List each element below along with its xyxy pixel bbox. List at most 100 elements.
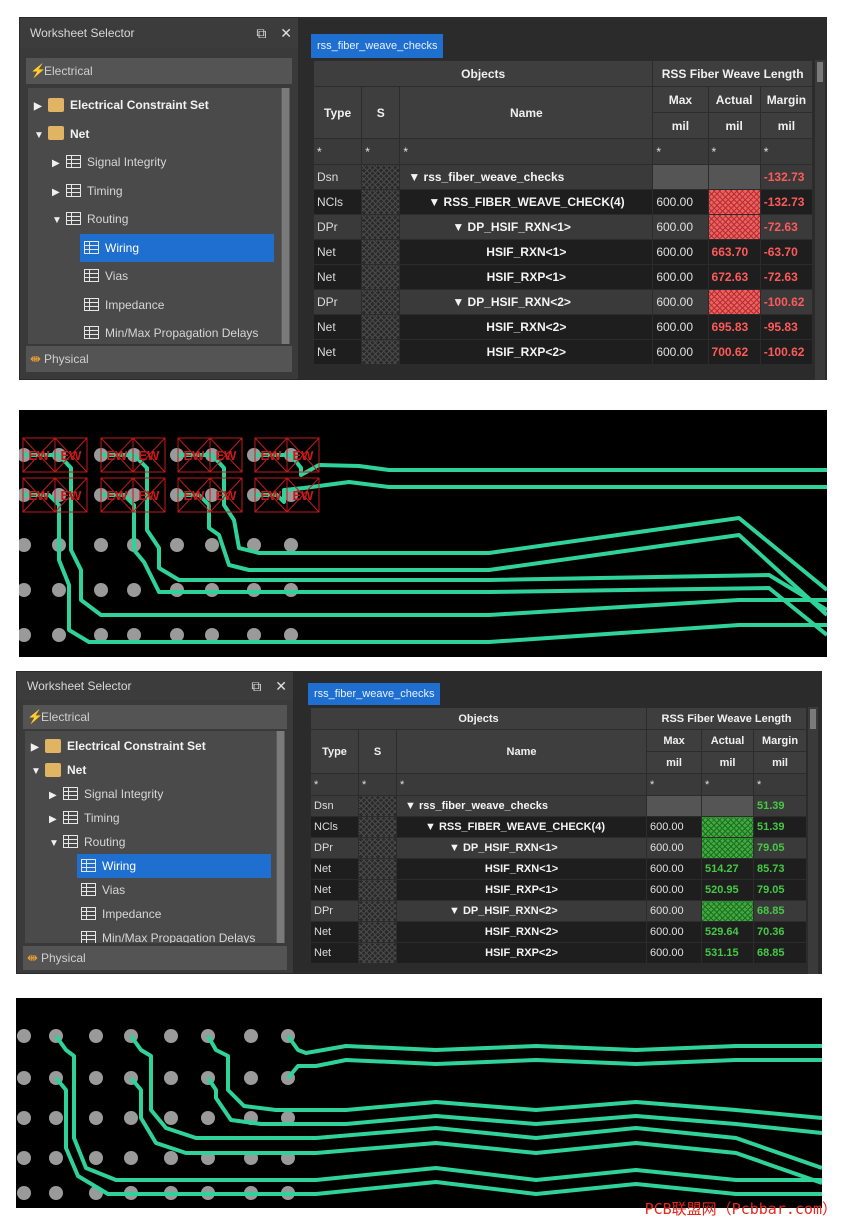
tree-scrollbar[interactable] [276,731,285,943]
table-row[interactable]: Net HSIF_RXP<1> 600.00 672.63 -72.63 [312,264,814,290]
max-filter-cell[interactable]: * [652,138,709,165]
s-cell[interactable] [358,837,397,859]
max-cell[interactable]: 600.00 [646,921,703,943]
tree-item-timing[interactable]: ▶ Timing [49,806,120,830]
tree-item-timing[interactable]: ▶ Timing [52,177,123,206]
type-cell[interactable]: Net [312,314,363,340]
actual-header[interactable]: Actual [707,86,761,113]
name-cell[interactable]: HSIF_RXN<2> [395,921,648,943]
margin-cell[interactable]: 79.05 [753,879,808,901]
max-cell[interactable]: 600.00 [652,314,709,340]
actual-cell[interactable] [701,900,755,922]
name-cell[interactable]: HSIF_RXP<2> [395,942,648,964]
type-header[interactable]: Type [310,729,359,774]
name-cell[interactable]: HSIF_RXP<1> [395,879,648,901]
name-cell[interactable]: HSIF_RXN<1> [395,858,648,880]
type-cell[interactable]: Net [312,339,363,365]
expand-arrow-right-icon[interactable]: ▶ [31,736,45,760]
tree-item-electrical-constraint-set[interactable]: ▶ Electrical Constraint Set [31,734,206,758]
table-row[interactable]: DPr ▼ DP_HSIF_RXN<1> 600.00 -72.63 [312,214,814,240]
table-row[interactable]: Net HSIF_RXN<2> 600.00 695.83 -95.83 [312,314,814,340]
tree-item-signal-integrity[interactable]: ▶ Signal Integrity [49,782,163,806]
s-cell[interactable] [358,879,397,901]
max-cell[interactable]: 600.00 [652,189,709,215]
max-filter-cell[interactable]: * [646,773,703,796]
margin-unit[interactable]: mil [753,751,808,774]
actual-unit[interactable]: mil [701,751,755,774]
s-cell[interactable] [358,858,397,880]
tree-item-signal-integrity[interactable]: ▶ Signal Integrity [52,148,166,177]
margin-cell[interactable]: 85.73 [753,858,808,880]
name-cell[interactable]: HSIF_RXP<2> [399,339,654,365]
expand-arrow-right-icon[interactable]: ▶ [52,150,66,179]
name-filter-cell[interactable]: * [399,138,654,165]
table-row[interactable]: Net HSIF_RXP<2> 600.00 700.62 -100.62 [312,339,814,365]
type-cell[interactable]: Net [310,942,359,964]
name-header[interactable]: Name [395,729,648,774]
expand-arrow-down-icon[interactable]: ▼ [49,832,63,856]
type-cell[interactable]: Dsn [310,795,359,817]
tree-item-routing[interactable]: ▼ Routing [49,830,125,854]
table-row[interactable]: NCls ▼ RSS_FIBER_WEAVE_CHECK(4) 600.00 -132… [312,189,814,215]
tree-item-routing[interactable]: ▼ Routing [52,205,128,234]
max-cell[interactable] [652,164,709,190]
actual-cell[interactable] [701,816,755,838]
max-header[interactable]: Max [652,86,709,113]
s-cell[interactable] [361,264,401,290]
actual-cell[interactable] [707,289,761,315]
type-cell[interactable]: Net [310,858,359,880]
name-cell[interactable]: ▼ rss_fiber_weave_checks [395,795,648,817]
actual-cell[interactable] [707,189,761,215]
max-unit[interactable]: mil [646,751,703,774]
type-cell[interactable]: Net [312,264,363,290]
table-row[interactable]: DPr ▼ DP_HSIF_RXN<2> 600.00 -100.62 [312,289,814,315]
margin-cell[interactable]: -100.62 [759,339,814,365]
table-row[interactable]: Net HSIF_RXN<2> 600.00 529.64 70.36 [310,921,808,943]
table-row[interactable]: Net HSIF_RXP<2> 600.00 531.15 68.85 [310,942,808,964]
physical-category[interactable]: ⇼ Physical [23,946,287,970]
table-row[interactable]: Dsn ▼ rss_fiber_weave_checks -132.73 [312,164,814,190]
actual-cell[interactable] [701,837,755,859]
actual-cell[interactable]: 514.27 [701,858,755,880]
name-cell[interactable]: HSIF_RXP<1> [399,264,654,290]
expand-arrow-down-icon[interactable]: ▼ [31,760,45,784]
s-cell[interactable] [361,339,401,365]
type-cell[interactable]: Net [310,921,359,943]
type-filter-cell[interactable]: * [310,773,359,796]
table-row[interactable]: Net HSIF_RXN<1> 600.00 663.70 -63.70 [312,239,814,265]
margin-header[interactable]: Margin [759,86,814,113]
type-cell[interactable]: DPr [312,214,363,240]
max-cell[interactable]: 600.00 [652,239,709,265]
actual-cell[interactable]: 520.95 [701,879,755,901]
s-cell[interactable] [358,900,397,922]
max-cell[interactable]: 600.00 [652,264,709,290]
actual-cell[interactable]: 531.15 [701,942,755,964]
table-scrollbar[interactable] [808,707,818,974]
type-cell[interactable]: Net [312,239,363,265]
tree-item-impedance[interactable]: Impedance [70,291,164,320]
close-icon[interactable]: ✕ [280,25,292,41]
actual-cell[interactable]: 672.63 [707,264,761,290]
margin-cell[interactable]: -95.83 [759,314,814,340]
max-header[interactable]: Max [646,729,703,752]
type-cell[interactable]: DPr [312,289,363,315]
s-cell[interactable] [358,795,397,817]
s-cell[interactable] [358,942,397,964]
max-unit[interactable]: mil [652,112,709,139]
expand-arrow-down-icon[interactable]: ▼ [52,207,66,236]
tree-item-electrical-constraint-set[interactable]: ▶ Electrical Constraint Set [34,91,209,120]
actual-cell[interactable]: 700.62 [707,339,761,365]
margin-cell[interactable]: 51.39 [753,795,808,817]
s-filter-cell[interactable]: * [361,138,401,165]
name-cell[interactable]: ▼ RSS_FIBER_WEAVE_CHECK(4) [399,189,654,215]
type-cell[interactable]: NCls [310,816,359,838]
float-icon[interactable]: ⧉ [251,678,261,694]
margin-cell[interactable]: -132.73 [759,189,814,215]
margin-header[interactable]: Margin [753,729,808,752]
tree-item-net[interactable]: ▼ Net [34,120,89,149]
name-cell[interactable]: HSIF_RXN<1> [399,239,654,265]
max-cell[interactable]: 600.00 [646,858,703,880]
name-cell[interactable]: HSIF_RXN<2> [399,314,654,340]
type-cell[interactable]: DPr [310,837,359,859]
max-cell[interactable] [646,795,703,817]
